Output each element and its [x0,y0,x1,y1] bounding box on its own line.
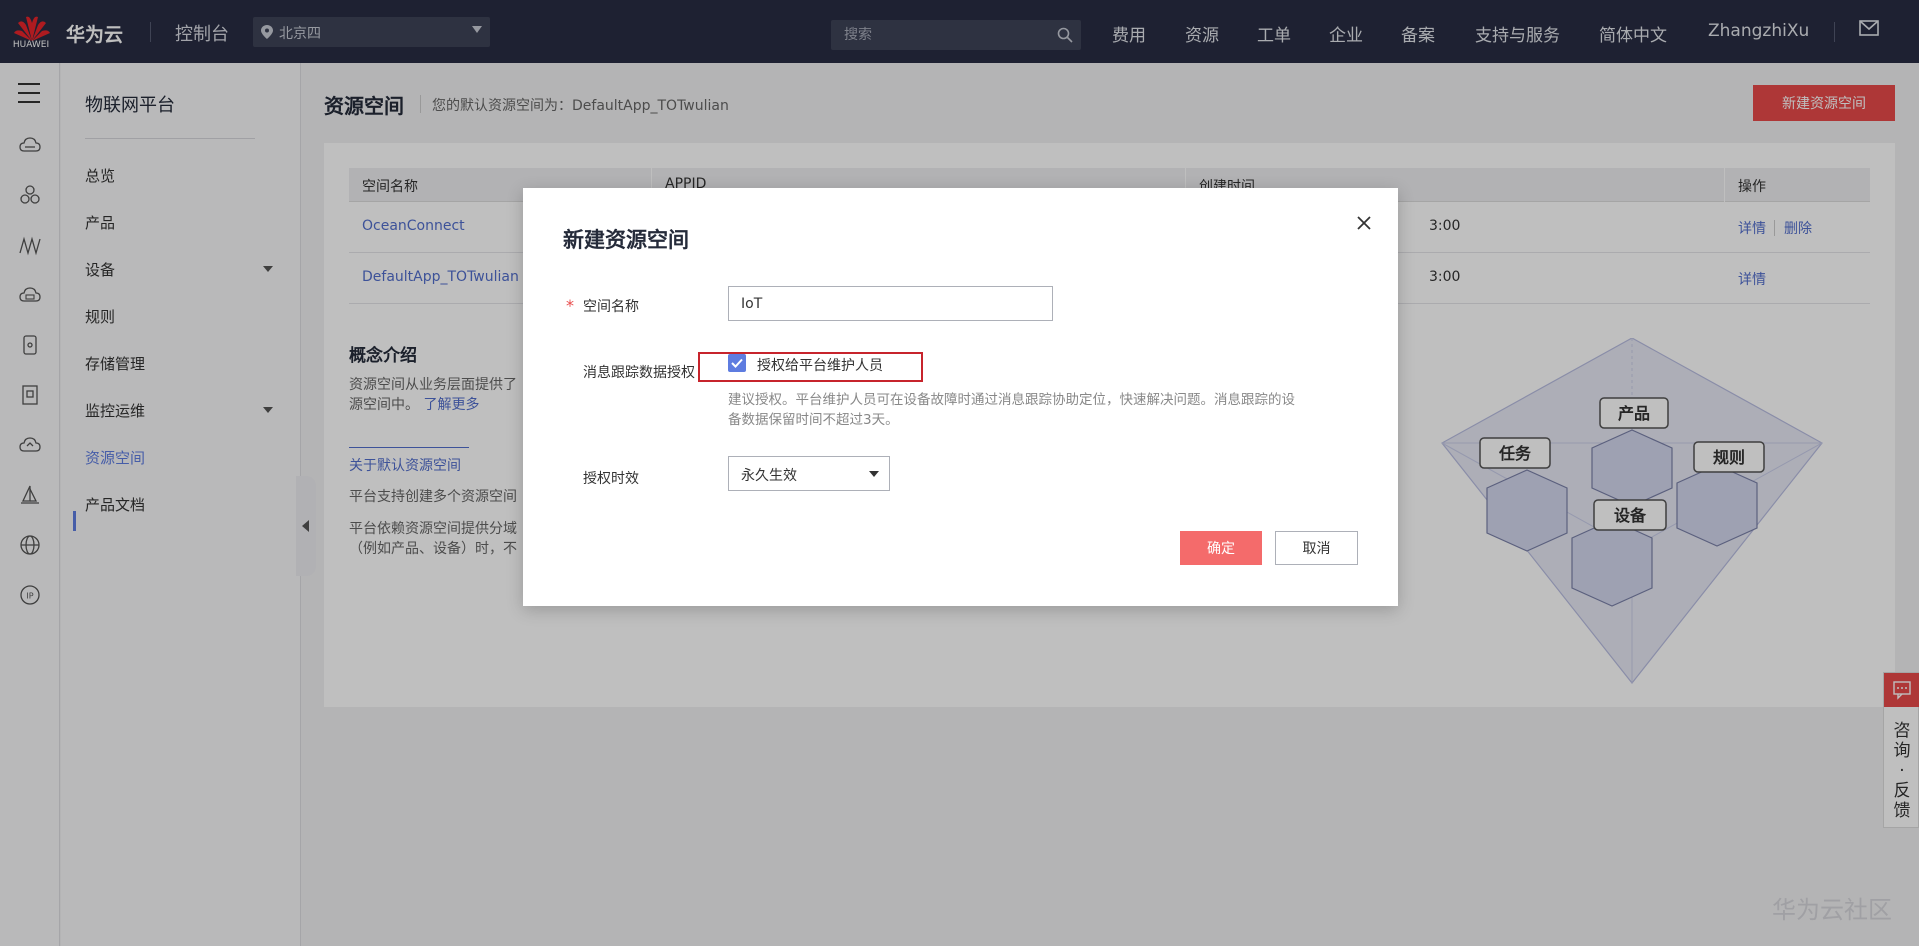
validity-select[interactable]: 永久生效 [728,456,890,491]
required-asterisk: * [566,296,574,315]
cancel-button[interactable]: 取消 [1275,531,1358,565]
chevron-down-icon [869,471,879,477]
hint-line: 备数据保留时间不超过3天。 [728,412,899,428]
trace-auth-label: 消息跟踪数据授权 [583,365,695,381]
watermark: 华为云社区 [1772,896,1892,924]
space-name-input[interactable] [728,286,1053,321]
validity-label: 授权时效 [583,471,639,487]
confirm-button[interactable]: 确定 [1180,531,1262,565]
checkmark-icon [731,358,743,368]
authorize-hint: 建议授权。平台维护人员可在设备故障时通过消息跟踪协助定位，快速解决问题。消息跟踪… [728,390,1368,430]
close-icon[interactable] [1353,212,1375,234]
dialog-title: 新建资源空间 [563,228,689,252]
authorize-checkbox-label[interactable]: 授权给平台维护人员 [757,355,883,375]
hint-line: 建议授权。平台维护人员可在设备故障时通过消息跟踪协助定位，快速解决问题。消息跟踪… [728,392,1295,408]
new-resource-space-dialog: 新建资源空间 * 空间名称 消息跟踪数据授权 授权给平台维护人员 建议授权。平台… [523,188,1398,606]
space-name-label: 空间名称 [583,299,639,315]
authorize-checkbox[interactable] [728,354,746,372]
validity-value: 永久生效 [741,468,797,484]
